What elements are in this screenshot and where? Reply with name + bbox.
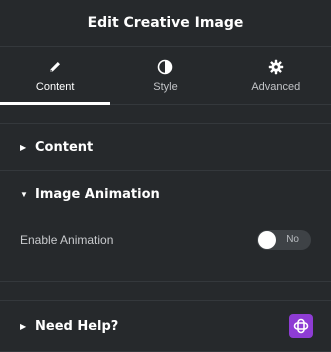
toggle-knob (258, 231, 276, 249)
pencil-icon (48, 58, 62, 76)
section-content-title: Content (35, 139, 94, 155)
help-plugin-icon[interactable] (289, 314, 313, 338)
image-animation-controls: Enable Animation No (0, 217, 331, 282)
tab-advanced[interactable]: Advanced (221, 47, 331, 104)
toggle-state-text: No (286, 234, 299, 245)
panel-header: Edit Creative Image (0, 0, 331, 46)
caret-right-icon: ▶ (20, 321, 27, 331)
tab-style[interactable]: Style (110, 47, 220, 104)
enable-animation-control: Enable Animation No (0, 217, 331, 263)
tab-content[interactable]: Content (0, 47, 111, 105)
section-image-animation-title: Image Animation (35, 186, 160, 202)
need-help-title: Need Help? (35, 318, 119, 334)
section-content[interactable]: ▶ Content (0, 123, 331, 171)
enable-animation-toggle[interactable]: No (257, 230, 311, 250)
tab-advanced-label: Advanced (251, 81, 301, 93)
section-image-animation[interactable]: ▼ Image Animation (0, 171, 331, 217)
panel-title: Edit Creative Image (87, 15, 244, 31)
caret-down-icon: ▼ (20, 189, 28, 199)
tab-bar: Content Style Advanced (0, 46, 331, 105)
tab-style-label: Style (153, 81, 178, 93)
caret-right-icon: ▶ (20, 142, 27, 152)
half-circle-icon (157, 58, 173, 76)
gear-icon (268, 58, 284, 76)
enable-animation-label: Enable Animation (20, 233, 114, 247)
tab-content-label: Content (35, 81, 75, 93)
section-need-help[interactable]: ▶ Need Help? (0, 300, 331, 352)
